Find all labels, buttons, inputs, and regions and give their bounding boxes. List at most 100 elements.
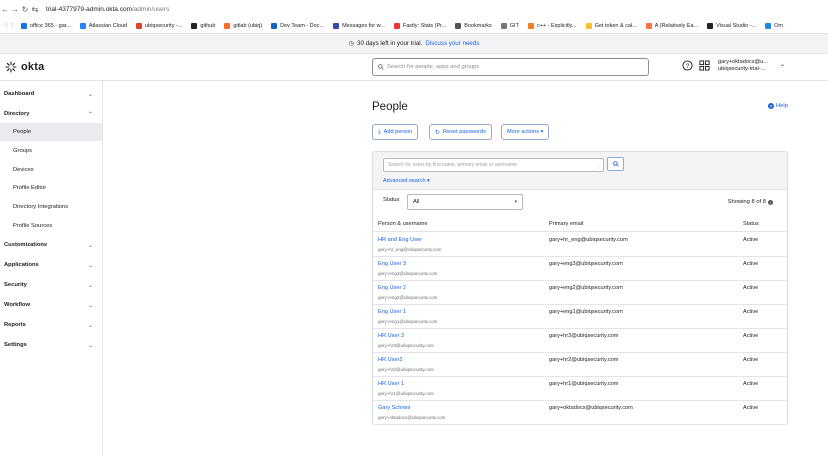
chevron-up-icon: ⌃: [87, 111, 93, 118]
search-icon: [378, 64, 384, 70]
sidebar-item-applications[interactable]: Applications ⌄: [0, 256, 102, 274]
bookmark-item[interactable]: Dev Team - Doc...: [271, 23, 324, 29]
apps-grid-icon[interactable]: ⋮⋮: [4, 23, 15, 29]
people-panel: Search for users by first name, primary …: [372, 151, 788, 425]
sidebar-item-workflow[interactable]: Workflow ⌄: [0, 296, 102, 314]
sidebar-item-profile-sources[interactable]: Profile Sources: [0, 217, 102, 235]
bookmark-item[interactable]: Bookmarks: [455, 23, 492, 29]
url-host: trial-4377979-admin.okta.com: [46, 6, 132, 13]
back-icon[interactable]: ←: [0, 5, 10, 14]
person-username: gary+eng2@ubiqsecurity.com: [378, 295, 438, 300]
bookmark-label: github: [200, 23, 216, 29]
person-name-link[interactable]: Eng User 1: [378, 309, 406, 315]
okta-logo[interactable]: okta: [5, 61, 44, 73]
sidebar-item-people[interactable]: People: [0, 123, 102, 141]
primary-email: gary+oktadocs@ubiqsecurity.com: [549, 405, 633, 411]
search-icon: [612, 161, 619, 167]
sidebar-item-directory[interactable]: Directory ⌃: [0, 105, 102, 123]
help-circle-icon[interactable]: ?: [682, 60, 693, 71]
person-name-link[interactable]: Gary Schneir: [378, 405, 411, 411]
reload-icon[interactable]: ↻: [20, 5, 30, 14]
sidebar-nav: Dashboard ⌄ Directory ⌃ People Groups Devices P…: [0, 81, 103, 455]
bookmark-item[interactable]: GIT: [500, 23, 519, 29]
sidebar-item-label: Directory: [4, 111, 30, 117]
person-name-link[interactable]: HR User 3: [378, 333, 404, 339]
sidebar-item-label: Directory Integrations: [13, 204, 69, 210]
chevron-down-icon: ⌄: [87, 91, 93, 98]
table-row: Eng User 1 gary+eng1@ubiqsecurity.com gary…: [373, 305, 787, 329]
sidebar-item-label: Devices: [13, 167, 34, 173]
sidebar-item-devices[interactable]: Devices: [0, 161, 102, 179]
bookmark-item[interactable]: c++ - Explicitly...: [527, 23, 577, 29]
add-person-label: Add person: [383, 129, 413, 135]
bookmark-item[interactable]: Fastly: Stats (Pr...: [393, 23, 446, 29]
person-name-link[interactable]: Eng User 2: [378, 285, 406, 291]
forward-icon[interactable]: →: [10, 5, 20, 14]
status-value: Active: [743, 309, 759, 315]
sidebar-item-dashboard[interactable]: Dashboard ⌄: [0, 85, 102, 103]
table-row: HR and Eng User gary+hr_eng@ubiqsecurity.…: [373, 233, 787, 257]
person-name-link[interactable]: HR User 1: [378, 381, 404, 387]
logo-text: okta: [21, 61, 45, 73]
bookmark-label: Dev Team - Doc...: [280, 23, 325, 29]
trial-text: 30 days left in your trial.: [357, 40, 423, 47]
bookmark-favicon-icon: [527, 23, 534, 29]
discuss-needs-link[interactable]: Discuss your needs: [425, 40, 479, 47]
primary-email: gary+hr1@ubiqsecurity.com: [549, 381, 619, 387]
reset-passwords-button[interactable]: ↻ Reset passwords: [429, 124, 492, 140]
app-switcher-grid-icon[interactable]: [699, 60, 710, 71]
bookmark-item[interactable]: Messages for w...: [333, 23, 385, 29]
sidebar-item-customizations[interactable]: Customizations ⌄: [0, 236, 102, 254]
person-name-link[interactable]: Eng User 3: [378, 261, 406, 267]
bookmark-label: Visual Studio -...: [716, 23, 757, 29]
status-select[interactable]: All ▾: [407, 194, 523, 210]
bookmark-item[interactable]: github: [191, 23, 215, 29]
person-name-link[interactable]: HR User2: [378, 357, 403, 363]
sidebar-item-directory-integrations[interactable]: Directory Integrations: [0, 198, 102, 216]
bookmark-item[interactable]: office 365 - gar...: [21, 23, 71, 29]
bookmark-favicon-icon: [224, 23, 231, 29]
sidebar-item-profile-editor[interactable]: Profile Editor: [0, 179, 102, 197]
advanced-search-link[interactable]: Advanced search ▾: [383, 178, 430, 184]
bookmark-favicon-icon: [136, 23, 143, 29]
user-search-input[interactable]: Search for users by first name, primary …: [383, 158, 604, 172]
site-settings-icon[interactable]: ⇆: [30, 5, 40, 14]
bookmark-item[interactable]: ubiqsecurity -...: [136, 23, 182, 29]
sidebar-item-reports[interactable]: Reports ⌄: [0, 316, 102, 334]
sidebar-item-groups[interactable]: Groups: [0, 142, 102, 160]
bookmark-item[interactable]: gitlab (ubiq): [224, 23, 262, 29]
status-value: Active: [743, 405, 759, 411]
refresh-icon: ↻: [435, 129, 441, 136]
sidebar-item-label: Groups: [13, 148, 33, 154]
user-menu[interactable]: gary+oktadocs@u... ubiqsecurity-trial-..…: [718, 59, 785, 73]
reset-passwords-label: Reset passwords: [443, 129, 486, 135]
user-search-button[interactable]: [607, 157, 624, 171]
bookmark-favicon-icon: [585, 23, 592, 29]
add-person-button[interactable]: ⤓ Add person: [372, 124, 419, 140]
bookmark-item[interactable]: A (Relatively Ea...: [645, 23, 699, 29]
bookmark-favicon-icon: [271, 23, 278, 29]
global-search-input[interactable]: Search for people, apps and groups: [372, 58, 649, 76]
bookmark-favicon-icon: [455, 23, 462, 29]
bookmark-label: A (Relatively Ea...: [654, 23, 699, 29]
bookmark-item[interactable]: Get token & cal...: [585, 23, 637, 29]
primary-email: gary+hr3@ubiqsecurity.com: [549, 333, 619, 339]
status-value: Active: [743, 261, 759, 267]
chevron-down-icon: ⌄: [87, 242, 93, 249]
status-value: Active: [743, 237, 759, 243]
bookmark-item[interactable]: Om: [765, 23, 783, 29]
result-count: Showing 8 of 8 i: [728, 199, 773, 205]
help-link[interactable]: ? Help: [768, 103, 788, 109]
bookmark-item[interactable]: Atlassian Cloud: [79, 23, 127, 29]
more-actions-button[interactable]: More actions ▾: [501, 124, 550, 140]
result-count-text: Showing 8 of 8: [727, 199, 766, 205]
sidebar-item-settings[interactable]: Settings ⌄: [0, 336, 102, 354]
url-path: /admin/users: [132, 6, 170, 13]
primary-email: gary+eng3@ubiqsecurity.com: [549, 261, 623, 267]
url-field[interactable]: trial-4377979-admin.okta.com/admin/users: [46, 6, 169, 13]
chevron-down-icon: ⌄: [87, 302, 93, 309]
bookmark-item[interactable]: Visual Studio -...: [707, 23, 756, 29]
status-value: Active: [743, 381, 759, 387]
person-name-link[interactable]: HR and Eng User: [378, 237, 422, 243]
sidebar-item-security[interactable]: Security ⌄: [0, 276, 102, 294]
